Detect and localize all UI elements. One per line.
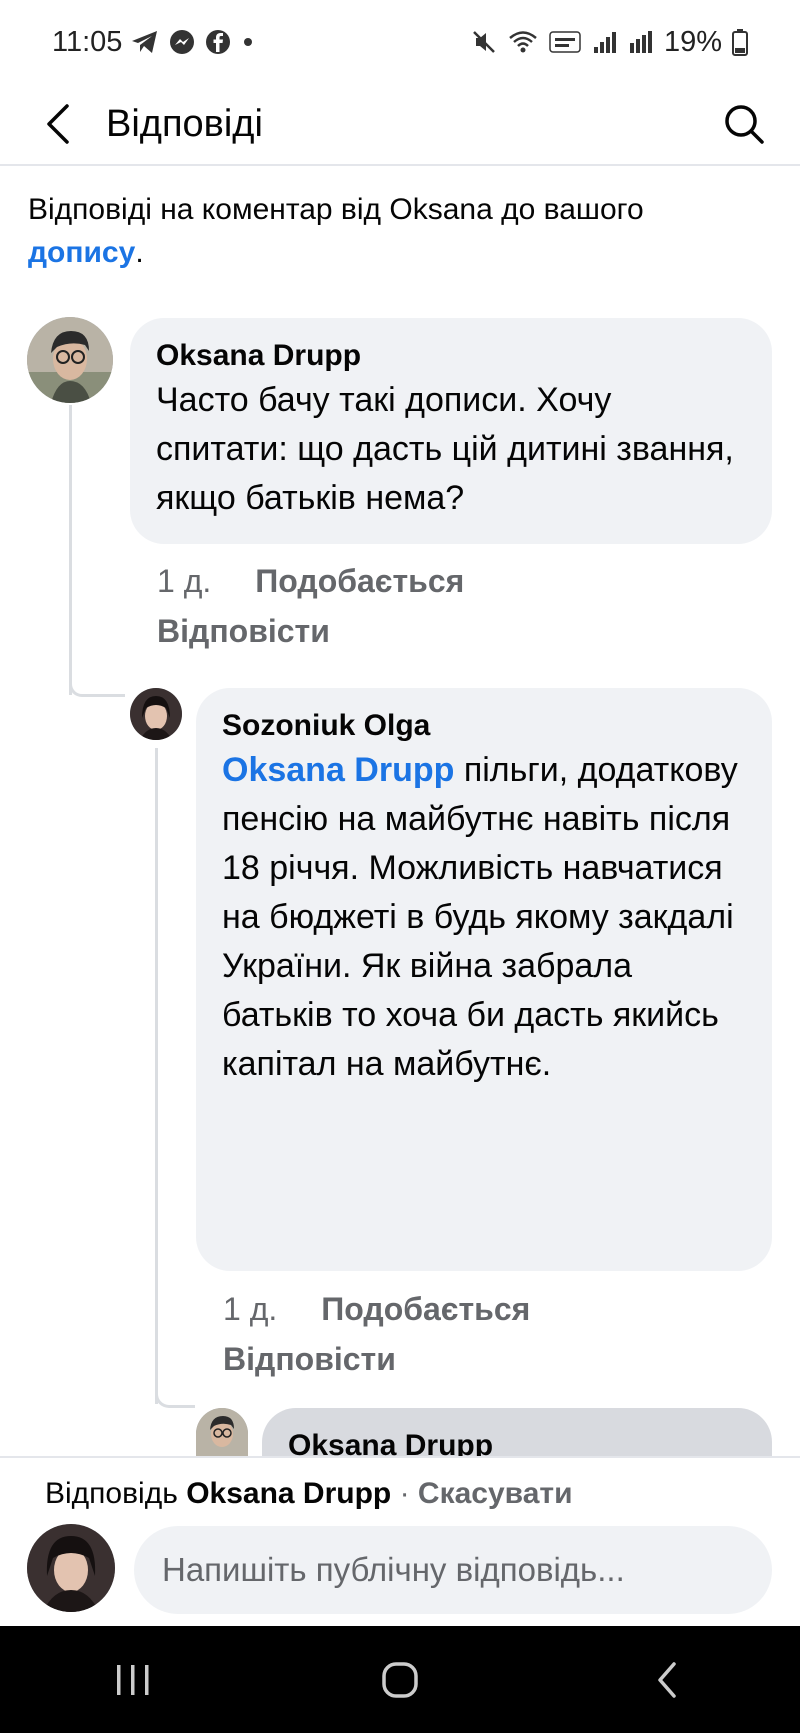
avatar[interactable] [27,317,113,403]
comment-text: Часто бачу такі дописи. Хочу спитати: що… [156,381,734,517]
battery-percent: 19% [663,25,722,58]
app-header: Відповіді [0,84,800,166]
telegram-icon [130,28,160,56]
thread-connector [69,684,125,697]
comment-author[interactable]: Oksana Drupp [156,336,746,376]
comment-bubble[interactable]: Sozoniuk Olga Oksana Drupp пільги, додат… [196,688,772,1271]
reply-input[interactable]: Напишіть публічну відповідь... [134,1526,772,1614]
like-button[interactable]: Подобається [255,563,464,599]
volte-icon [548,28,582,56]
home-icon [382,1661,418,1698]
comment-time[interactable]: 1 д. [157,563,211,599]
status-time: 11:05 [52,25,123,58]
thread-connector [155,1394,195,1408]
comment-bubble[interactable]: Oksana Drupp Часто бачу такі дописи. Хоч… [130,318,772,544]
avatar[interactable] [196,1408,248,1456]
nav-back-button[interactable] [607,1640,727,1720]
notification-dot-icon [240,34,256,50]
comment-author[interactable]: Oksana Drupp [288,1426,746,1456]
thread-line [155,748,158,1404]
recent-apps-button[interactable] [73,1640,193,1720]
messenger-icon [168,28,196,56]
mute-icon [470,28,498,56]
context-prefix: Відповіді на коментар від Oksana до вашо… [28,193,644,226]
signal-roaming-icon [628,29,654,55]
mention-link[interactable]: Oksana Drupp [222,751,454,789]
wifi-icon [508,29,538,55]
post-link[interactable]: допису [28,236,135,269]
comment-actions: 1 д. Подобається Відповісти [223,1284,763,1384]
context-description: Відповіді на коментар від Oksana до вашо… [28,188,748,274]
nav-back-icon [657,1661,676,1698]
comment-text: Oksana Drupp пільги, додаткову пенсію на… [222,746,746,1089]
home-button[interactable] [340,1640,460,1720]
page-title: Відповіді [106,102,263,145]
replying-to-label: Відповідь Oksana Drupp · Скасувати [45,1472,573,1516]
signal-icon [592,29,618,55]
replying-target: Oksana Drupp [186,1477,392,1510]
status-bar: 11:05 19% [0,0,800,84]
back-arrow-icon [47,104,69,144]
comment-bubble[interactable]: Oksana Drupp [262,1408,772,1456]
context-suffix: . [135,236,144,269]
replying-separator: · [391,1477,418,1510]
like-button[interactable]: Подобається [321,1291,530,1327]
comment-author[interactable]: Sozoniuk Olga [222,706,746,746]
search-button[interactable] [716,96,772,152]
system-nav-bar [0,1626,800,1733]
reply-composer: Відповідь Oksana Drupp · Скасувати Напиш… [0,1456,800,1626]
recent-apps-icon [117,1664,149,1695]
thread-line [69,405,72,695]
cancel-reply-button[interactable]: Скасувати [418,1477,573,1510]
battery-icon [732,28,748,56]
back-button[interactable] [28,94,88,154]
facebook-icon [204,28,232,56]
reply-button[interactable]: Відповісти [157,613,330,649]
user-avatar [27,1524,115,1612]
comment-body: пільги, додаткову пенсію на майбутнє нав… [222,751,738,1083]
search-icon [725,105,764,144]
avatar[interactable] [130,688,182,740]
reply-button[interactable]: Відповісти [223,1341,396,1377]
replying-prefix: Відповідь [45,1477,187,1510]
comment-time[interactable]: 1 д. [223,1291,277,1327]
comment-actions: 1 д. Подобається Відповісти [157,556,717,656]
